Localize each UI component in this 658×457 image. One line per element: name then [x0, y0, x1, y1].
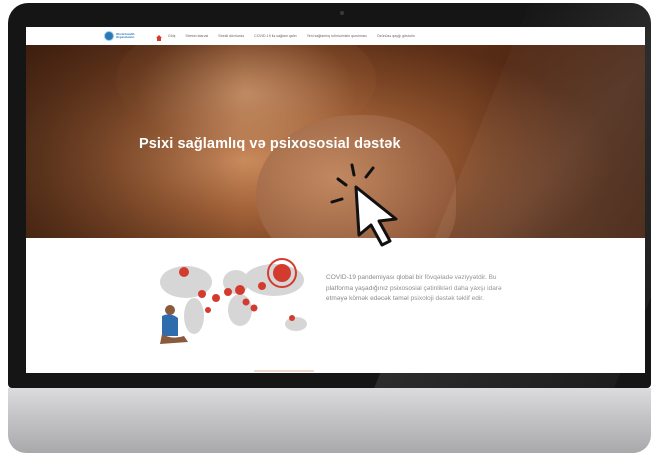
monitor-chin — [8, 388, 651, 453]
section-divider — [254, 370, 314, 372]
logo-text: World Health Organization — [116, 31, 135, 39]
top-navigation: World Health Organization Giriş Stresin … — [26, 27, 645, 45]
nav-item-stress-management[interactable]: Stresin idarəsi — [185, 34, 208, 38]
camera-dot — [340, 11, 344, 15]
nav-item-stressful-times[interactable]: Stresli dövrlərdə — [218, 34, 244, 38]
hero-title: Psixi sağlamlıq və psixososial dəstək — [139, 136, 401, 152]
who-emblem-icon — [104, 31, 114, 41]
sitting-person-icon — [160, 305, 188, 344]
intro-section: COVID-19 pandemiyası qlobal bir fövqəlad… — [26, 238, 645, 373]
nav-item-covid-healthy[interactable]: COVID-19 ilə sağlam qalın — [254, 34, 297, 38]
who-logo[interactable]: World Health Organization — [104, 31, 138, 41]
intro-paragraph: COVID-19 pandemiyası qlobal bir fövqəlad… — [326, 274, 502, 302]
monitor: World Health Organization Giriş Stresin … — [8, 3, 651, 453]
home-icon[interactable] — [156, 34, 162, 41]
nav-item-home[interactable]: Giriş — [168, 34, 175, 38]
website-screen: World Health Organization Giriş Stresin … — [26, 27, 645, 373]
nav-item-self-care[interactable]: Özünüzə qayğı göstərin — [377, 34, 415, 38]
nav-item-healthy-routines[interactable]: Yeni sağlamlıq rutinlərinizin qurulması — [307, 34, 367, 38]
click-cursor-icon — [330, 163, 398, 247]
monitor-bezel: World Health Organization Giriş Stresin … — [8, 3, 651, 388]
nav-menu: Giriş Stresin idarəsi Stresli dövrlərdə … — [168, 34, 425, 38]
world-map-illustration — [160, 258, 307, 344]
